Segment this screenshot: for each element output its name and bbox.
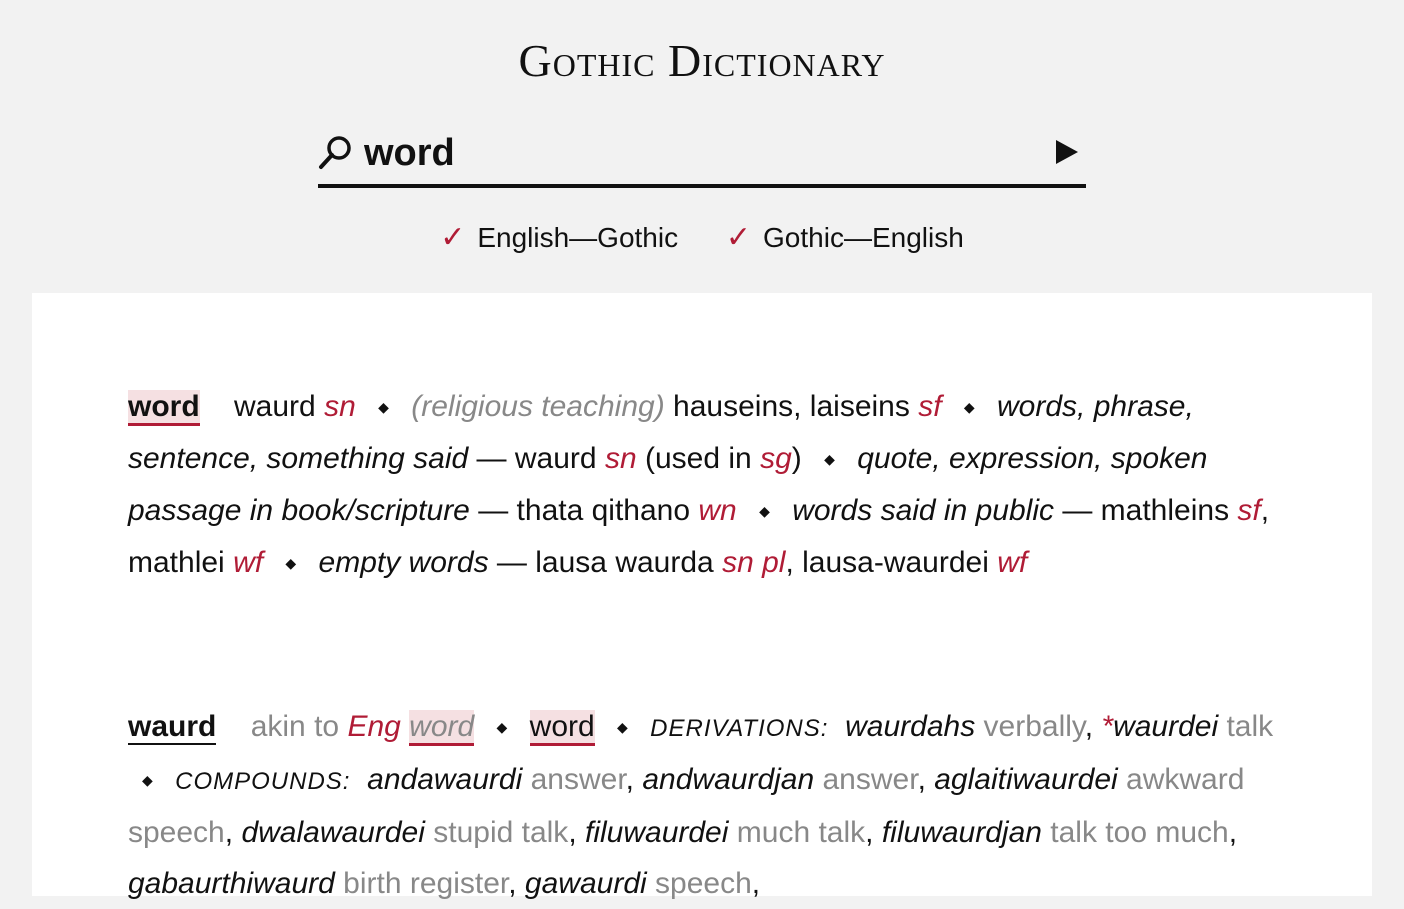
results-panel: word waurd sn ◆ (religious teaching) hau…: [32, 293, 1372, 900]
gothic-term: thata qithano: [516, 494, 691, 527]
entry-word: word waurd sn ◆ (religious teaching) hau…: [128, 390, 1270, 579]
separator: ,: [1228, 816, 1238, 849]
derived-gloss: talk: [1226, 710, 1274, 743]
entry-waurd: waurd akin to Eng word ◆ word ◆ DERIVATI…: [128, 701, 1278, 909]
derived-gloss: verbally: [983, 710, 1085, 743]
compound-gloss: birth register: [343, 867, 509, 900]
english-phrase: words said in public: [792, 494, 1054, 527]
diamond-separator-icon: ◆: [142, 772, 153, 788]
usage-note-close: ): [791, 442, 802, 475]
grammar-tag: wf: [997, 546, 1028, 579]
derivations-label: DERIVATIONS:: [650, 715, 829, 742]
compound-gloss: answer: [530, 763, 626, 796]
grammar-tag: wn: [698, 494, 737, 527]
grammar-tag: sn: [324, 390, 356, 423]
compound-word[interactable]: filuwaurdjan: [882, 816, 1042, 849]
gothic-term: mathleins: [1100, 494, 1230, 527]
language-tag: Eng: [347, 710, 401, 743]
checkmark-icon: ✓: [440, 221, 466, 254]
gothic-term: waurd: [514, 442, 597, 475]
search-bar: [318, 124, 1086, 188]
separator: ,: [917, 763, 926, 796]
separator: ,: [865, 816, 874, 849]
compounds-label: COMPOUNDS:: [175, 768, 351, 795]
meaning-link[interactable]: word: [529, 710, 595, 746]
compound-word[interactable]: filuwaurdei: [585, 816, 728, 849]
page-title: Gothic Dictionary: [518, 35, 886, 86]
gothic-term: hauseins, laiseins: [673, 390, 910, 423]
checkmark-icon: ✓: [725, 221, 752, 254]
diamond-separator-icon: ◆: [285, 555, 297, 571]
entry-headword[interactable]: word: [128, 390, 200, 426]
reconstructed-marker: *: [1101, 710, 1114, 743]
separator: ,: [568, 816, 577, 849]
toggle-gothic-english[interactable]: ✓ Gothic—English: [726, 220, 964, 255]
diamond-separator-icon: ◆: [824, 451, 835, 467]
derived-word[interactable]: waurdei: [1113, 710, 1218, 743]
grammar-tag: sn pl: [722, 546, 786, 579]
separator: ,: [1084, 710, 1094, 743]
etymology-label: akin to: [250, 710, 340, 743]
direction-options: ✓ English—Gothic ✓ Gothic—English: [0, 220, 1404, 255]
compound-word[interactable]: dwalawaurdei: [241, 816, 424, 849]
search-input[interactable]: [364, 128, 1024, 178]
usage-note: (used in: [644, 442, 752, 475]
diamond-separator-icon: ◆: [617, 719, 628, 735]
diamond-separator-icon: ◆: [963, 399, 975, 415]
toggle-english-gothic[interactable]: ✓ English—Gothic: [440, 220, 678, 255]
compound-word[interactable]: andawaurdi: [367, 763, 522, 796]
compound-word[interactable]: gabaurthiwaurd: [128, 867, 335, 900]
gothic-term: lausa waurda: [535, 546, 714, 579]
separator: ,: [224, 816, 234, 849]
diamond-separator-icon: ◆: [496, 719, 508, 735]
sense-note: (religious teaching): [411, 390, 665, 423]
grammar-tag: sf: [918, 390, 942, 423]
grammar-tag: sg: [760, 442, 792, 475]
grammar-tag: sn: [604, 442, 637, 475]
compound-word[interactable]: gawaurdi: [525, 867, 647, 900]
compound-gloss: talk too much: [1050, 816, 1229, 849]
compound-gloss: stupid talk: [433, 816, 569, 849]
compound-gloss: much talk: [736, 816, 866, 849]
gothic-term: mathlei: [128, 546, 225, 579]
search-submit-icon[interactable]: [1054, 138, 1080, 166]
toggle-label: English—Gothic: [477, 222, 679, 253]
entry-headword[interactable]: waurd: [128, 710, 217, 745]
grammar-tag: wf: [233, 546, 264, 579]
separator: ,: [751, 867, 761, 900]
separator: ,: [625, 763, 635, 796]
diamond-separator-icon: ◆: [378, 399, 389, 415]
derived-word[interactable]: waurdahs: [845, 710, 975, 743]
search-icon: [319, 136, 351, 169]
cognate-link[interactable]: word: [409, 710, 475, 746]
diamond-separator-icon: ◆: [759, 503, 770, 519]
gothic-term: waurd: [234, 390, 316, 423]
compound-word[interactable]: aglaitiwaurdei: [934, 763, 1117, 796]
separator: ,: [508, 867, 517, 900]
gothic-term: lausa-waurdei: [802, 546, 989, 579]
grammar-tag: sf: [1237, 494, 1261, 527]
compound-gloss: speech: [655, 867, 752, 900]
english-phrase: empty words: [318, 546, 489, 579]
compound-gloss: answer: [822, 763, 918, 796]
compound-word[interactable]: andwaurdjan: [642, 763, 814, 796]
toggle-label: Gothic—English: [763, 222, 964, 253]
